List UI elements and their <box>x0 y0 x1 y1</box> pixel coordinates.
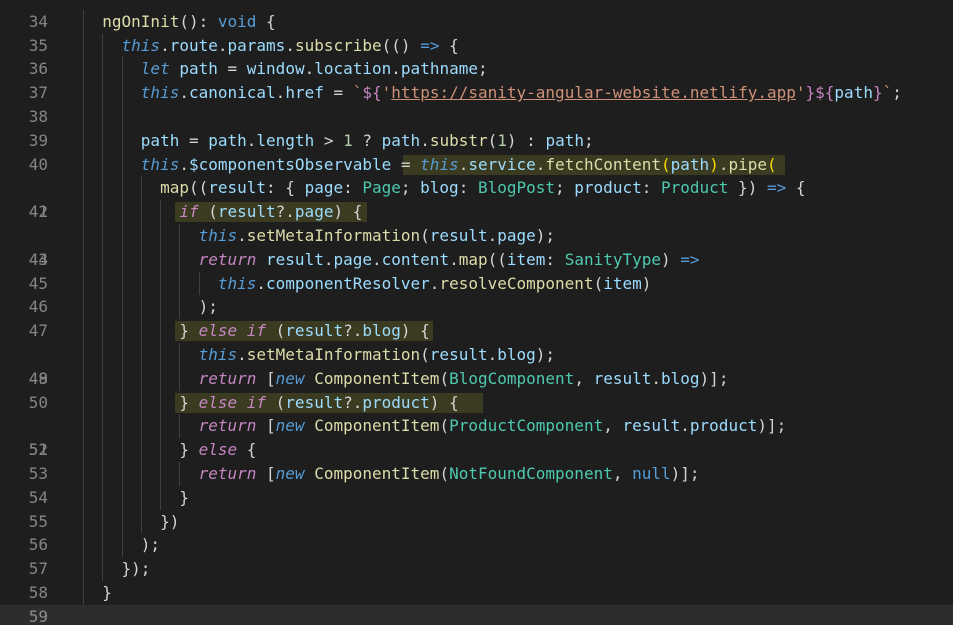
code-line[interactable]: 51 } else if (result?.product) { <box>0 390 953 459</box>
code-line[interactable]: 34 <box>0 0 953 31</box>
code-line[interactable]: 58 }); <box>0 557 953 602</box>
indent-guide <box>121 104 123 129</box>
code-line[interactable]: 46 this.componentResolver.resolveCompone… <box>0 271 953 316</box>
code-text[interactable]: } <box>83 581 112 605</box>
indent-guide <box>83 104 84 129</box>
code-text[interactable]: this.componentResolver.resolveComponent(… <box>83 272 652 296</box>
code-text[interactable]: return result.page.content.map((item: Sa… <box>83 248 700 272</box>
code-line[interactable]: 43 if (result?.page) { <box>0 200 953 269</box>
code-text[interactable]: ngOnInit(): void { <box>83 10 275 34</box>
code-line[interactable]: 53 } else { <box>0 438 953 483</box>
code-line[interactable]: 37 let path = window.location.pathname; <box>0 57 953 102</box>
code-text[interactable]: }); <box>83 557 151 581</box>
code-line[interactable]: 39 <box>0 104 953 150</box>
code-line[interactable]: 56 }) <box>0 509 953 554</box>
code-text[interactable]: this.setMetaInformation(result.blog); <box>83 343 555 367</box>
code-line[interactable]: 40 path = path.length > 1 ? path.substr(… <box>0 128 953 174</box>
code-text[interactable]: return [new ComponentItem(BlogComponent,… <box>83 367 729 391</box>
code-text[interactable]: } else if (result?.blog) { <box>83 319 429 343</box>
code-lines: 34 35 ngOnInit(): void { 36 this.route.p… <box>0 0 953 625</box>
code-text[interactable]: if (result?.page) { <box>83 200 362 224</box>
code-line[interactable]: 48 } else if (result?.blog) { <box>0 319 953 388</box>
code-text[interactable]: } else { <box>83 438 256 462</box>
code-text[interactable]: ); <box>83 295 218 319</box>
code-text[interactable]: return [new ComponentItem(NotFoundCompon… <box>83 462 700 486</box>
code-line[interactable]: 49 this.setMetaInformation(result.blog); <box>0 342 953 388</box>
code-line[interactable]: 42 map((result: { page: Page; blog: Blog… <box>0 176 953 221</box>
code-line[interactable]: 59 } <box>0 580 953 625</box>
code-text[interactable]: map((result: { page: Page; blog: BlogPos… <box>83 176 805 200</box>
code-text[interactable]: let path = window.location.pathname; <box>83 57 488 81</box>
code-line[interactable]: 57 ); <box>0 533 953 578</box>
code-line[interactable]: 41 this.$componentsObservable = this.ser… <box>0 152 953 221</box>
code-line[interactable]: 54 return [new ComponentItem(NotFoundCom… <box>0 461 953 507</box>
code-text[interactable]: } else if (result?.product) { <box>83 391 458 415</box>
indent-guide <box>102 104 104 129</box>
code-text[interactable]: ); <box>83 533 160 557</box>
code-editor[interactable]: 34 35 ngOnInit(): void { 36 this.route.p… <box>0 0 953 625</box>
code-line[interactable]: 36 this.route.params.subscribe(() => { <box>0 33 953 78</box>
code-line[interactable]: 38 this.canonical.href = `${'https://san… <box>0 81 953 126</box>
code-text[interactable]: this.setMetaInformation(result.page); <box>83 224 555 248</box>
code-text[interactable]: }) <box>83 510 179 534</box>
code-line[interactable]: 45 return result.page.content.map((item:… <box>0 247 953 293</box>
code-text[interactable]: } <box>83 486 189 510</box>
code-line[interactable]: 44 this.setMetaInformation(result.page); <box>0 223 953 269</box>
code-line[interactable]: 55 } <box>0 485 953 531</box>
code-text[interactable]: this.canonical.href = `${'https://sanity… <box>83 81 902 105</box>
code-line[interactable]: 60 <box>0 604 953 625</box>
code-text[interactable]: return [new ComponentItem(ProductCompone… <box>83 414 787 438</box>
code-text[interactable]: path = path.length > 1 ? path.substr(1) … <box>83 129 594 153</box>
code-line[interactable]: 52 return [new ComponentItem(ProductComp… <box>0 414 953 459</box>
code-text[interactable]: this.$componentsObservable = this.servic… <box>83 153 777 177</box>
code-line[interactable]: 47 ); <box>0 295 953 340</box>
code-text[interactable]: this.route.params.subscribe(() => { <box>83 34 459 58</box>
code-line[interactable]: 50 return [new ComponentItem(BlogCompone… <box>0 366 953 412</box>
code-line[interactable]: 35 ngOnInit(): void { <box>0 9 953 55</box>
